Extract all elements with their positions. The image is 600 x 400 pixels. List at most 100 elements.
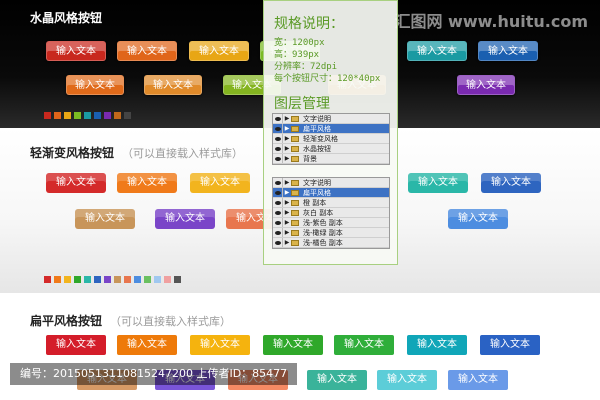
expand-arrow-icon[interactable]: ▶ [283, 178, 291, 187]
flat-row1-button-6[interactable]: 输入文本 [407, 335, 467, 355]
main-layer-4[interactable]: ▶ 水晶按钮 [273, 144, 389, 154]
eye-icon[interactable] [273, 124, 283, 133]
gradient-section-subtitle: （可以直接载入样式库） [122, 147, 244, 160]
expand-arrow-icon[interactable]: ▶ [283, 208, 291, 217]
eye-icon-pupil [274, 210, 281, 215]
main-layer-2[interactable]: ▶ 扁平风格 [273, 124, 389, 134]
crystal-color-swatches [44, 112, 131, 119]
folder-icon [291, 179, 299, 186]
gradient-swatch-2 [54, 276, 61, 283]
eye-icon-pupil [274, 220, 281, 225]
layer-label: 扁平风格 [303, 124, 331, 133]
crystal-swatch-7 [104, 112, 111, 119]
crystal-row1-button-5[interactable]: 输入文本 [407, 41, 467, 61]
eye-icon[interactable] [273, 114, 283, 123]
main-layer-3[interactable]: ▶ 轻渐变风格 [273, 134, 389, 144]
gradient-row1-button-2[interactable]: 输入文本 [117, 173, 177, 193]
crystal-row2-button-1[interactable]: 输入文本 [66, 75, 124, 95]
folder-icon [291, 189, 299, 196]
main-layer-1[interactable]: ▶ 文字说明 [273, 114, 389, 124]
crystal-row2-button-5[interactable]: 输入文本 [457, 75, 515, 95]
expand-arrow-icon[interactable]: ▶ [283, 218, 291, 227]
eye-icon[interactable] [273, 218, 283, 227]
gradient-row2-button-2[interactable]: 输入文本 [155, 209, 215, 229]
layers-panel-expanded: ▶ 文字说明 ▶ 扁平风格 ▶ 橙 副本 ▶ 灰白 副本 ▶ 浅-紫色 副本 ▶ 浅-橄绿 副本 ▶ 浅-… [272, 177, 390, 249]
expand-arrow-icon[interactable]: ▶ [283, 238, 291, 247]
expanded-layer-4[interactable]: ▶ 灰白 副本 [273, 208, 389, 218]
eye-icon[interactable] [273, 238, 283, 247]
expand-arrow-icon[interactable]: ▶ [283, 134, 291, 143]
expand-arrow-icon[interactable]: ▶ [283, 154, 291, 163]
crystal-swatch-6 [94, 112, 101, 119]
eye-icon-pupil [274, 146, 281, 151]
gradient-swatch-8 [114, 276, 121, 283]
crystal-swatch-3 [64, 112, 71, 119]
layers-panel-main: ▶ 文字说明 ▶ 扁平风格 ▶ 轻渐变风格 ▶ 水晶按钮 ▶ 背景 [272, 113, 390, 165]
flat-row2-button-6[interactable]: 输入文本 [448, 370, 508, 390]
eye-icon[interactable] [273, 134, 283, 143]
expand-arrow-icon[interactable]: ▶ [283, 124, 291, 133]
eye-icon-pupil [274, 180, 281, 185]
eye-icon[interactable] [273, 198, 283, 207]
gradient-swatch-7 [104, 276, 111, 283]
flat-row1-button-2[interactable]: 输入文本 [117, 335, 177, 355]
crystal-row1-button-3[interactable]: 输入文本 [189, 41, 249, 61]
crystal-row1-button-6[interactable]: 输入文本 [478, 41, 538, 61]
eye-icon-pupil [274, 190, 281, 195]
expanded-layer-6[interactable]: ▶ 浅-橄绿 副本 [273, 228, 389, 238]
expand-arrow-icon[interactable]: ▶ [283, 228, 291, 237]
layer-label: 橙 副本 [303, 198, 327, 207]
flat-row1-button-1[interactable]: 输入文本 [46, 335, 106, 355]
gradient-row1-button-1[interactable]: 输入文本 [46, 173, 106, 193]
folder-icon [291, 209, 299, 216]
expanded-layer-5[interactable]: ▶ 浅-紫色 副本 [273, 218, 389, 228]
gradient-color-swatches [44, 276, 181, 283]
folder-icon [291, 219, 299, 226]
expand-arrow-icon[interactable]: ▶ [283, 188, 291, 197]
gradient-swatch-13 [164, 276, 171, 283]
flat-section-subtitle: （可以直接载入样式库） [110, 315, 232, 328]
gradient-swatch-11 [144, 276, 151, 283]
eye-icon[interactable] [273, 228, 283, 237]
expanded-layer-2[interactable]: ▶ 扁平风格 [273, 188, 389, 198]
gradient-row2-button-4[interactable]: 输入文本 [448, 209, 508, 229]
eye-icon-pupil [274, 156, 281, 161]
crystal-row1-button-1[interactable]: 输入文本 [46, 41, 106, 61]
expanded-layer-7[interactable]: ▶ 浅-橘色 副本 [273, 238, 389, 248]
gradient-row1-button-4[interactable]: 输入文本 [408, 173, 468, 193]
flat-row2-button-5[interactable]: 输入文本 [377, 370, 437, 390]
expand-arrow-icon[interactable]: ▶ [283, 114, 291, 123]
flat-row1-button-4[interactable]: 输入文本 [263, 335, 323, 355]
flat-row1-button-3[interactable]: 输入文本 [190, 335, 250, 355]
flat-row1-button-5[interactable]: 输入文本 [334, 335, 394, 355]
layer-label: 水晶按钮 [303, 144, 331, 153]
crystal-swatch-4 [74, 112, 81, 119]
crystal-section-title: 水晶风格按钮 [30, 9, 102, 26]
gradient-row1-button-5[interactable]: 输入文本 [481, 173, 541, 193]
expanded-layer-1[interactable]: ▶ 文字说明 [273, 178, 389, 188]
eye-icon[interactable] [273, 144, 283, 153]
crystal-row2-button-2[interactable]: 输入文本 [144, 75, 202, 95]
expand-arrow-icon[interactable]: ▶ [283, 198, 291, 207]
crystal-swatch-5 [84, 112, 91, 119]
crystal-row1-button-2[interactable]: 输入文本 [117, 41, 177, 61]
eye-icon[interactable] [273, 188, 283, 197]
main-layer-5[interactable]: ▶ 背景 [273, 154, 389, 164]
eye-icon[interactable] [273, 178, 283, 187]
crystal-swatch-9 [124, 112, 131, 119]
gradient-row1-button-3[interactable]: 输入文本 [190, 173, 250, 193]
eye-icon[interactable] [273, 208, 283, 217]
folder-icon [291, 145, 299, 152]
flat-row2-button-4[interactable]: 输入文本 [307, 370, 367, 390]
expand-arrow-icon[interactable]: ▶ [283, 144, 291, 153]
gradient-row2-button-1[interactable]: 输入文本 [75, 209, 135, 229]
folder-icon [291, 125, 299, 132]
layer-label: 轻渐变风格 [303, 134, 338, 143]
layer-label: 灰白 副本 [303, 208, 334, 217]
flat-row1-button-7[interactable]: 输入文本 [480, 335, 540, 355]
eye-icon[interactable] [273, 154, 283, 163]
folder-icon [291, 135, 299, 142]
spec-title: 规格说明： [274, 16, 344, 32]
expanded-layer-3[interactable]: ▶ 橙 副本 [273, 198, 389, 208]
eye-icon-pupil [274, 136, 281, 141]
